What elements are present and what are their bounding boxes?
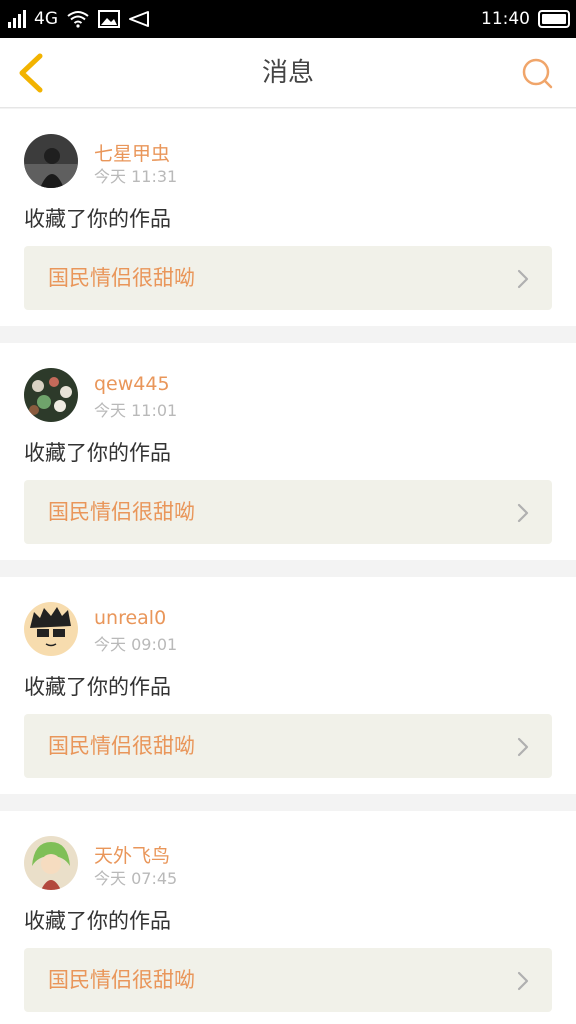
work-link[interactable]: 国民情侣很甜呦 — [24, 714, 552, 778]
status-left: 4G — [8, 8, 150, 30]
signal-icon — [8, 10, 26, 28]
username[interactable]: unreal0 — [94, 607, 166, 629]
status-bar: 4G 11:40 — [0, 0, 576, 38]
wifi-icon — [67, 11, 89, 28]
page-title: 消息 — [261, 58, 314, 88]
avatar[interactable] — [24, 602, 78, 656]
timestamp: 今天 07:45 — [94, 869, 178, 888]
network-type: 4G — [34, 9, 58, 29]
chevron-right-icon — [517, 737, 529, 757]
timestamp: 今天 11:31 — [94, 167, 178, 186]
action-text: 收藏了你的作品 — [24, 441, 171, 465]
avatar[interactable] — [24, 134, 78, 188]
work-title: 国民情侣很甜呦 — [48, 266, 195, 290]
action-text: 收藏了你的作品 — [24, 675, 171, 699]
search-button[interactable] — [520, 56, 554, 90]
message-card: 七星甲虫 今天 11:31 收藏了你的作品 国民情侣很甜呦 — [0, 109, 576, 326]
username[interactable]: 七星甲虫 — [94, 139, 170, 166]
work-title: 国民情侣很甜呦 — [48, 500, 195, 524]
image-icon — [98, 10, 120, 28]
clock: 11:40 — [481, 9, 530, 29]
work-title: 国民情侣很甜呦 — [48, 968, 195, 992]
timestamp: 今天 09:01 — [94, 635, 178, 654]
message-card: unreal0 今天 09:01 收藏了你的作品 国民情侣很甜呦 — [0, 577, 576, 794]
work-title: 国民情侣很甜呦 — [48, 734, 195, 758]
action-text: 收藏了你的作品 — [24, 909, 171, 933]
avatar[interactable] — [24, 368, 78, 422]
timestamp: 今天 11:01 — [94, 401, 178, 420]
status-right: 11:40 — [481, 8, 570, 30]
work-link[interactable]: 国民情侣很甜呦 — [24, 948, 552, 1012]
header: 消息 — [0, 38, 576, 108]
send-icon — [129, 11, 149, 27]
work-link[interactable]: 国民情侣很甜呦 — [24, 480, 552, 544]
chevron-right-icon — [517, 269, 529, 289]
chevron-right-icon — [517, 503, 529, 523]
battery-icon — [538, 10, 570, 28]
action-text: 收藏了你的作品 — [24, 207, 171, 231]
message-card: 天外飞鸟 今天 07:45 收藏了你的作品 国民情侣很甜呦 — [0, 811, 576, 1024]
work-link[interactable]: 国民情侣很甜呦 — [24, 246, 552, 310]
message-card: qew445 今天 11:01 收藏了你的作品 国民情侣很甜呦 — [0, 343, 576, 560]
username[interactable]: qew445 — [94, 373, 170, 395]
avatar[interactable] — [24, 836, 78, 890]
chevron-right-icon — [517, 971, 529, 991]
username[interactable]: 天外飞鸟 — [94, 841, 170, 868]
message-list: 七星甲虫 今天 11:31 收藏了你的作品 国民情侣很甜呦 qew445 今天 … — [0, 109, 576, 1024]
